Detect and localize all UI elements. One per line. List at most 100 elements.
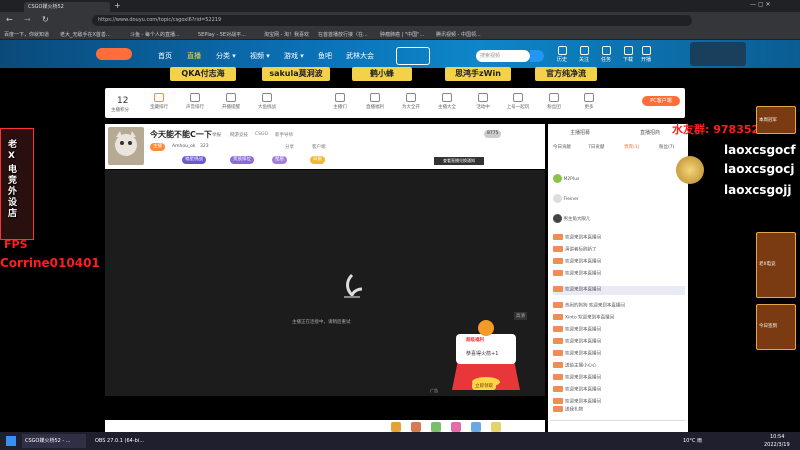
chat-message[interactable]: 送给主播小心心 — [553, 362, 685, 371]
toolbar-fans[interactable]: 粉丝团 — [539, 93, 569, 110]
gift-icon[interactable] — [431, 422, 441, 432]
toolbar-welfare[interactable]: 直播福利 — [360, 93, 390, 110]
event-pill[interactable]: 星愿 — [272, 156, 287, 164]
bookmark-item[interactable]: 百度一下，你就知道 — [4, 31, 49, 38]
tag-banner[interactable]: sakula莫洞波 — [262, 67, 330, 81]
new-tab-icon[interactable]: + — [114, 1, 121, 10]
event-pill[interactable]: 白银 — [310, 156, 325, 164]
tag-banner[interactable]: 鹤小蜂 — [352, 67, 412, 81]
weather-widget[interactable]: 10°C 雨 — [680, 434, 705, 448]
window-controls-icon[interactable]: — ▢ ✕ — [750, 1, 771, 8]
url-field[interactable]: https://www.douyu.com/topic/csgoxl6?rid=… — [92, 15, 692, 26]
browser-tab-active[interactable]: CSGO媒火桥52 — [24, 2, 110, 12]
tag-banner[interactable]: QKA付志海 — [170, 67, 236, 81]
nav-home[interactable]: 首页 — [158, 51, 172, 61]
taskbar-app-obs[interactable]: OBS 27.0.1 (64-bi... — [92, 434, 156, 448]
toolbar-host-list[interactable]: 主播大全 — [432, 93, 462, 110]
bookmark-item[interactable]: 斗鱼 - 每个人的直播... — [130, 31, 180, 38]
nav-wulin[interactable]: 武林大会 — [346, 51, 374, 61]
nav-category[interactable]: 分类 ▾ — [216, 51, 236, 61]
room-tag[interactable]: CSGO — [255, 132, 268, 137]
bookmark-item[interactable]: 在首首播放行接（在... — [318, 31, 368, 38]
follow-count[interactable]: 8775 — [484, 130, 502, 138]
broadcast-icon[interactable]: 开播 — [640, 46, 652, 66]
nav-live[interactable]: 直播 — [187, 51, 201, 61]
right-ad[interactable]: 本周冠军 — [756, 106, 796, 134]
gift-icon[interactable] — [391, 422, 401, 432]
header-promo-button[interactable] — [396, 47, 430, 65]
chat-message[interactable]: 送我礼物 — [553, 406, 685, 415]
chat-message[interactable]: 演讲者标刷新了 — [553, 246, 685, 255]
clock-date[interactable]: 2022/3/19 — [764, 442, 790, 448]
toolbar-more[interactable]: 更多 — [574, 93, 604, 110]
rank-row[interactable]: 男主角大眼儿 — [553, 214, 683, 228]
windows-start-icon[interactable] — [6, 436, 16, 446]
gift-icon[interactable] — [451, 422, 461, 432]
chat-message[interactable]: 欢迎来到本直播间 — [553, 270, 685, 279]
chat-message[interactable]: 欢迎来到本直播间 — [553, 326, 685, 335]
task-icon[interactable]: 任务 — [600, 46, 612, 66]
nav-video[interactable]: 视频 ▾ — [250, 51, 270, 61]
bookmark-item[interactable]: 淘宝网 - 淘！我喜欢 — [264, 31, 309, 38]
chat-message[interactable]: 欢迎来到本直播间 — [553, 338, 685, 347]
chat-subtab[interactable]: 7日贡献 — [588, 144, 604, 150]
chat-message[interactable]: 欢迎来到本直播间 — [553, 234, 685, 243]
taskbar-app-browser[interactable]: CSGO媒火桥52 - ... — [22, 434, 86, 448]
bookmark-item[interactable]: 腾讯视频 - 中国领... — [436, 31, 481, 38]
chat-message[interactable]: 欢迎来到本直播间 — [553, 286, 685, 295]
event-pill[interactable]: 福星挑战 — [182, 156, 206, 164]
gift-icon[interactable] — [471, 422, 481, 432]
chat-message[interactable]: Xinto 欢迎来到本直播间 — [553, 314, 685, 323]
promo-claim-button[interactable]: 立即领取 — [472, 382, 496, 390]
tag-banner[interactable]: 思鸿手zWin — [445, 67, 511, 81]
toolbar-events[interactable]: 活动中 — [468, 93, 498, 110]
nav-games[interactable]: 游戏 ▾ — [284, 51, 304, 61]
host-avatar[interactable] — [108, 127, 144, 165]
tag-banner[interactable]: 官方纯净流 — [535, 67, 597, 81]
toolbar-allopen[interactable]: 为大全开 — [396, 93, 426, 110]
rank-row[interactable]: Fleiner — [553, 194, 683, 208]
toolbar-score[interactable]: 主播积分 — [105, 107, 135, 113]
chat-message[interactable]: 热闹的狗狗 欢迎来到本直播间 — [553, 302, 685, 311]
chat-message[interactable]: 欢迎来到本直播间 — [553, 386, 685, 395]
toolbar-play-together[interactable]: 上号一起玩 — [503, 93, 533, 110]
search-input[interactable]: 搜索视频 — [476, 50, 530, 62]
quality-badge[interactable]: 高清 — [514, 312, 527, 320]
forward-icon[interactable]: → — [24, 15, 31, 24]
chat-message[interactable]: 欢迎来到本直播间 — [553, 374, 685, 383]
search-icon[interactable] — [530, 50, 544, 62]
back-icon[interactable]: ← — [6, 15, 13, 24]
chat-message[interactable]: 欢迎来到本直播间 — [553, 258, 685, 267]
room-tag[interactable]: 举报 — [212, 132, 221, 138]
bookmark-item[interactable]: 5EPlay - 5E对战平... — [198, 31, 246, 38]
event-pill[interactable]: 贵族排位 — [230, 156, 254, 164]
room-tag[interactable]: 网游竞技 — [230, 132, 248, 138]
share-link[interactable]: 分享 — [285, 144, 294, 150]
chat-input-bar[interactable] — [550, 420, 686, 430]
nav-fishbar[interactable]: 鱼吧 — [318, 51, 332, 61]
bookmark-item[interactable]: 肿瘤肺癌 | "中国"... — [380, 31, 424, 38]
room-tag[interactable]: 新手导师 — [275, 132, 293, 138]
bookmark-item[interactable]: 老大_无敌手在X首善... — [60, 31, 111, 38]
follow-icon[interactable]: 关注 — [578, 46, 590, 66]
chat-message[interactable]: 欢迎来到本直播间 — [553, 350, 685, 359]
chat-subtab[interactable]: 今日贡献 — [553, 144, 571, 150]
toolbar-challenge[interactable]: 大鱼挑战 — [252, 93, 282, 110]
report-button[interactable]: 查看直播兑换通知 — [434, 157, 484, 165]
gift-icon[interactable] — [491, 422, 501, 432]
chat-tab[interactable]: 直播招商 — [640, 129, 660, 136]
clock-time[interactable]: 10:54 — [770, 434, 784, 440]
rank-row[interactable]: M2Plus — [553, 174, 683, 188]
chat-tab[interactable]: 主播招募 — [570, 129, 590, 136]
toolbar-voice[interactable]: 声音排行 — [180, 93, 210, 110]
right-ad[interactable]: 老X电竞 — [756, 232, 796, 298]
pc-client-button[interactable]: PC客户端 — [642, 96, 680, 106]
right-ad[interactable]: 今日签到 — [756, 304, 796, 350]
gift-icon[interactable] — [411, 422, 421, 432]
toolbar-treasure[interactable]: 宝藏排行 — [144, 93, 174, 110]
chat-subtab[interactable]: 粉丝(7) — [659, 144, 674, 150]
chat-subtab[interactable]: 贵宾(1) — [624, 144, 639, 150]
douyu-logo[interactable] — [96, 48, 132, 60]
download-icon[interactable]: 下载 — [622, 46, 634, 66]
reload-icon[interactable]: ↻ — [42, 15, 49, 24]
